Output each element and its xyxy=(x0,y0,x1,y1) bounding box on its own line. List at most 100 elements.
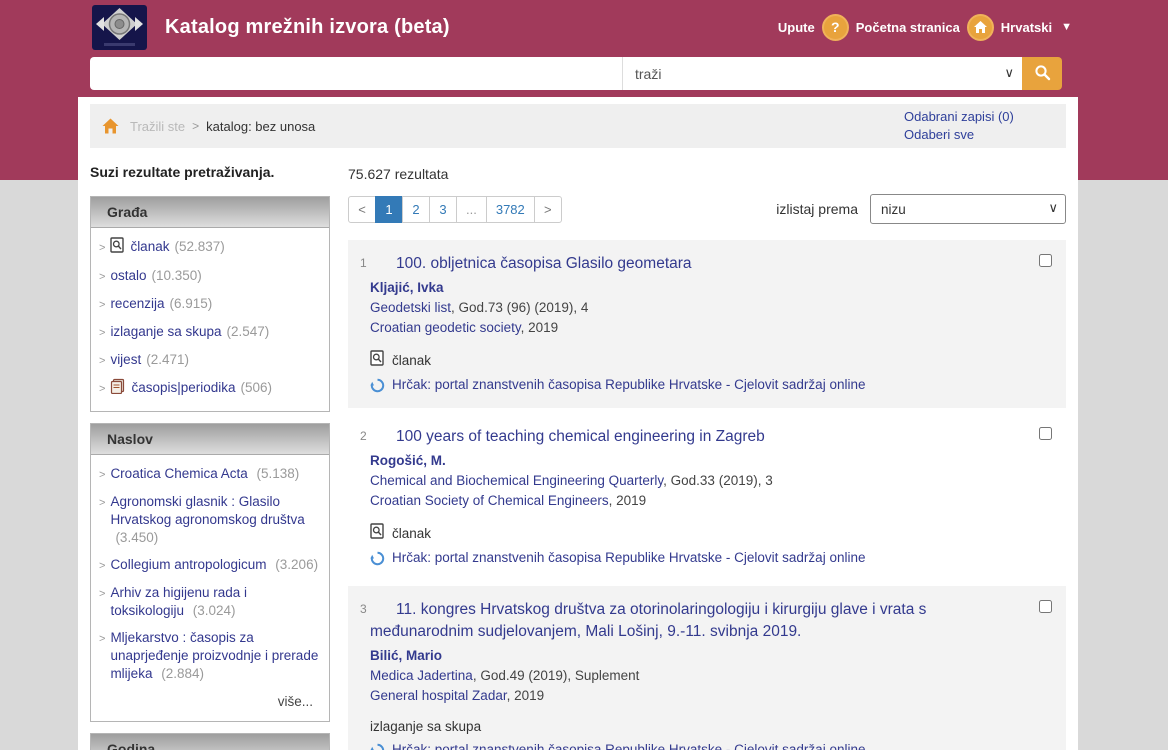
result-source: Chemical and Biochemical Engineering Qua… xyxy=(370,471,1000,491)
sort-select[interactable]: nizu xyxy=(870,194,1066,224)
source-link[interactable]: Geodetski list xyxy=(370,300,451,315)
pagination-next[interactable]: > xyxy=(534,196,562,223)
chevron-right-icon: > xyxy=(99,239,105,257)
home-icon[interactable] xyxy=(967,14,994,41)
search-field-select-wrap: traži ∨ xyxy=(622,57,1022,90)
breadcrumb-separator: > xyxy=(192,119,199,133)
facet-item-clanak: > članak (52.837) xyxy=(97,238,321,258)
result-row: 2 100 years of teaching chemical enginee… xyxy=(348,413,1066,581)
result-checkbox[interactable] xyxy=(1039,254,1052,267)
search-button[interactable] xyxy=(1022,57,1062,90)
result-number: 2 xyxy=(360,429,367,443)
pagination-page-3[interactable]: 3 xyxy=(429,196,457,223)
access-link[interactable]: Hrčak: portal znanstvenih časopisa Repub… xyxy=(392,741,865,750)
facet-count: (10.350) xyxy=(151,267,201,285)
article-icon xyxy=(110,237,125,258)
pagination-ellipsis: ... xyxy=(456,196,487,223)
help-icon[interactable]: ? xyxy=(822,14,849,41)
source-link[interactable]: Medica Jadertina xyxy=(370,668,473,683)
sort-label: izlistaj prema xyxy=(776,201,858,217)
pagination-prev[interactable]: < xyxy=(348,196,376,223)
facet-count: (2.547) xyxy=(227,323,270,341)
result-publisher: Croatian Society of Chemical Engineers, … xyxy=(370,491,1000,511)
publisher-link[interactable]: General hospital Zadar xyxy=(370,688,507,703)
result-title-link[interactable]: 100 years of teaching chemical engineeri… xyxy=(370,426,1000,448)
result-author-link[interactable]: Bilić, Mario xyxy=(370,646,1000,666)
result-access: Hrčak: portal znanstvenih časopisa Repub… xyxy=(370,549,1000,567)
facet-sidebar: Suzi rezultate pretraživanja. Građa > čl… xyxy=(90,164,330,750)
chevron-right-icon: > xyxy=(99,352,105,370)
result-title-link[interactable]: 100. obljetnica časopisa Glasilo geometa… xyxy=(370,253,1000,275)
facet-link[interactable]: izlaganje sa skupa xyxy=(110,323,221,341)
breadcrumb-past-label[interactable]: Tražili ste xyxy=(130,119,185,134)
result-author-link[interactable]: Kljajić, Ivka xyxy=(370,278,1000,298)
hrcak-icon xyxy=(370,551,385,566)
facet-link[interactable]: vijest xyxy=(110,351,141,369)
caret-down-icon: ▼ xyxy=(1061,21,1072,33)
result-checkbox[interactable] xyxy=(1039,600,1052,613)
home-link[interactable]: Početna stranica xyxy=(856,20,960,35)
facet-naslov-header: Naslov xyxy=(91,424,329,455)
breadcrumb-home-icon[interactable] xyxy=(102,118,120,134)
result-checkbox[interactable] xyxy=(1039,427,1052,440)
chevron-right-icon: > xyxy=(99,380,105,398)
result-access: Hrčak: portal znanstvenih časopisa Repub… xyxy=(370,741,1000,750)
results-count: 75.627 rezultata xyxy=(348,166,1066,182)
facet-count: (52.837) xyxy=(174,238,224,256)
facet-link[interactable]: članak xyxy=(130,238,169,256)
source-link[interactable]: Chemical and Biochemical Engineering Qua… xyxy=(370,473,663,488)
select-all-link[interactable]: Odaberi sve xyxy=(904,126,974,144)
search-icon xyxy=(1034,64,1051,84)
result-author-link[interactable]: Rogošić, M. xyxy=(370,451,1000,471)
chevron-right-icon: > xyxy=(99,296,105,314)
facet-item-ostalo: > ostalo (10.350) xyxy=(97,267,321,286)
help-link[interactable]: Upute xyxy=(778,20,815,35)
pagination-page-2[interactable]: 2 xyxy=(402,196,430,223)
facet-link[interactable]: ostalo xyxy=(110,267,146,285)
result-access: Hrčak: portal znanstvenih časopisa Repub… xyxy=(370,376,1000,394)
facet-count: (3.024) xyxy=(193,603,236,618)
facet-link[interactable]: recenzija xyxy=(110,295,164,313)
publisher-link[interactable]: Croatian Society of Chemical Engineers xyxy=(370,493,609,508)
pagination-page-1[interactable]: 1 xyxy=(375,196,403,223)
facet-link[interactable]: Agronomski glasnik : Glasilo Hrvatskog a… xyxy=(110,494,304,527)
results-controls: < 1 2 3 ... 3782 > izlistaj prema nizu ∨ xyxy=(348,194,1066,224)
results-panel: 75.627 rezultata < 1 2 3 ... 3782 > izli… xyxy=(348,164,1066,750)
facet-grada: Građa > članak (52.837) > ostalo (10.350… xyxy=(90,196,330,412)
facet-link[interactable]: časopis|periodika xyxy=(131,379,235,397)
sidebar-title: Suzi rezultate pretraživanja. xyxy=(90,164,330,180)
header: Katalog mrežnih izvora (beta) Upute ? Po… xyxy=(78,0,1078,54)
result-type-label: izlaganje sa skupa xyxy=(370,718,481,736)
hrcak-icon xyxy=(370,743,385,750)
selected-records-link[interactable]: Odabrani zapisi (0) xyxy=(904,108,1014,126)
facet-item-casopis: > časopis|periodika (506) xyxy=(97,379,321,399)
content-column: Tražili ste > katalog: bez unosa Odabran… xyxy=(78,97,1078,750)
result-type-label: članak xyxy=(392,352,431,370)
search-input[interactable] xyxy=(90,57,622,90)
facet-link[interactable]: Mljekarstvo : časopis za unaprjeđenje pr… xyxy=(110,630,318,681)
access-link[interactable]: Hrčak: portal znanstvenih časopisa Repub… xyxy=(392,549,865,567)
facet-more-link[interactable]: više... xyxy=(97,692,321,711)
facet-naslov: Naslov > Croatica Chemica Acta (5.138) >… xyxy=(90,423,330,722)
result-title-link[interactable]: 11. kongres Hrvatskog društva za otorino… xyxy=(370,599,1000,643)
article-icon xyxy=(370,350,385,371)
result-number: 1 xyxy=(360,256,367,270)
language-selector[interactable]: Hrvatski xyxy=(1001,20,1052,35)
facet-link[interactable]: Croatica Chemica Acta xyxy=(110,466,247,481)
chevron-right-icon: > xyxy=(99,268,105,286)
search-field-select[interactable]: traži xyxy=(623,57,1022,90)
chevron-right-icon: > xyxy=(99,494,105,512)
library-logo[interactable] xyxy=(92,5,147,50)
facet-count: (3.206) xyxy=(275,557,318,572)
pagination-page-last[interactable]: 3782 xyxy=(486,196,535,223)
result-source: Geodetski list, God.73 (96) (2019), 4 xyxy=(370,298,1000,318)
access-link[interactable]: Hrčak: portal znanstvenih časopisa Repub… xyxy=(392,376,865,394)
chevron-right-icon: > xyxy=(99,630,105,648)
main-area: Suzi rezultate pretraživanja. Građa > čl… xyxy=(90,164,1066,750)
facet-item-vijest: > vijest (2.471) xyxy=(97,351,321,370)
facet-item-agronomski: > Agronomski glasnik : Glasilo Hrvatskog… xyxy=(97,493,321,547)
search-bar: traži ∨ xyxy=(90,57,1062,90)
facet-link[interactable]: Collegium antropologicum xyxy=(110,557,266,572)
chevron-right-icon: > xyxy=(99,324,105,342)
publisher-link[interactable]: Croatian geodetic society xyxy=(370,320,521,335)
